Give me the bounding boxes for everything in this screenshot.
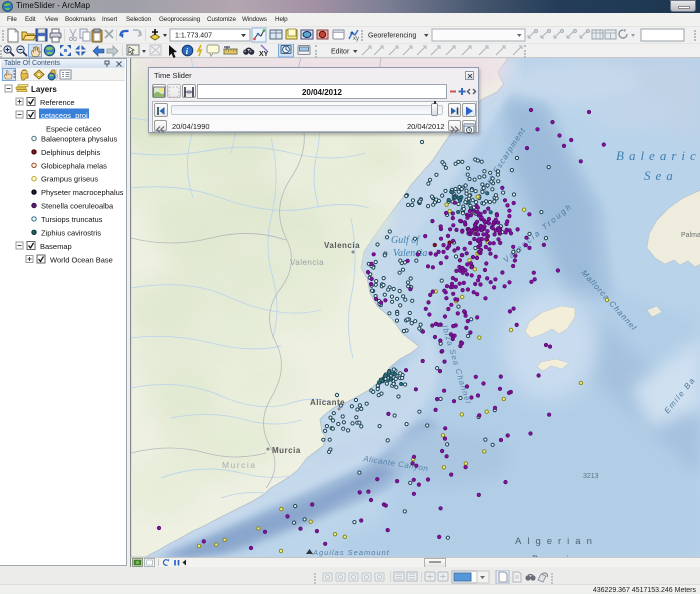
- svg-text:Aguilas Seamount: Aguilas Seamount: [312, 548, 390, 557]
- svg-text:Algerian: Algerian: [515, 536, 598, 547]
- svg-text:Tursiops truncatus: Tursiops truncatus: [41, 215, 103, 224]
- svg-text:Valencia: Valencia: [393, 248, 427, 259]
- svg-text:Alicante Canyon: Alicante Canyon: [362, 454, 429, 473]
- svg-text:1:1.773.407: 1:1.773.407: [175, 33, 212, 40]
- svg-text:Basemap: Basemap: [40, 242, 72, 251]
- svg-text:Murcia: Murcia: [222, 460, 257, 470]
- svg-text:Physeter macrocephalus: Physeter macrocephalus: [41, 188, 124, 197]
- svg-text:Ebro Escarpment: Ebro Escarpment: [478, 126, 527, 195]
- svg-text:Valencia: Valencia: [324, 241, 360, 250]
- svg-text:XY: XY: [259, 51, 269, 58]
- svg-text:Grampus griseus: Grampus griseus: [41, 175, 98, 184]
- svg-text:Layers: Layers: [31, 85, 57, 94]
- svg-text:Globicephala melas: Globicephala melas: [41, 161, 107, 170]
- svg-text:Stenella coeruleoalba: Stenella coeruleoalba: [41, 202, 114, 211]
- svg-text:Reference: Reference: [40, 98, 75, 107]
- svg-text:Valencia: Valencia: [290, 258, 324, 267]
- svg-text:Balaenoptera physalus: Balaenoptera physalus: [41, 135, 118, 144]
- svg-text:Georeferencing: Georeferencing: [368, 33, 416, 40]
- svg-text:Delphinus delphis: Delphinus delphis: [41, 148, 100, 157]
- svg-text:cetaceos_proj: cetaceos_proj: [41, 111, 88, 120]
- svg-text:World Ocean Base: World Ocean Base: [50, 256, 113, 265]
- svg-text:Emile Ba: Emile Ba: [663, 375, 698, 415]
- svg-text:Ziphius cavirostris: Ziphius cavirostris: [41, 228, 101, 237]
- svg-text:Sea: Sea: [644, 168, 678, 183]
- svg-text:Especie cetáceo: Especie cetáceo: [46, 125, 101, 134]
- svg-text:Editor: Editor: [331, 49, 350, 56]
- svg-text:xy: xy: [353, 36, 359, 42]
- svg-text:Palma: Palma: [681, 232, 700, 239]
- svg-text:3213: 3213: [583, 473, 599, 480]
- svg-text:Murcia: Murcia: [272, 446, 301, 455]
- svg-text:Balearic: Balearic: [616, 148, 700, 163]
